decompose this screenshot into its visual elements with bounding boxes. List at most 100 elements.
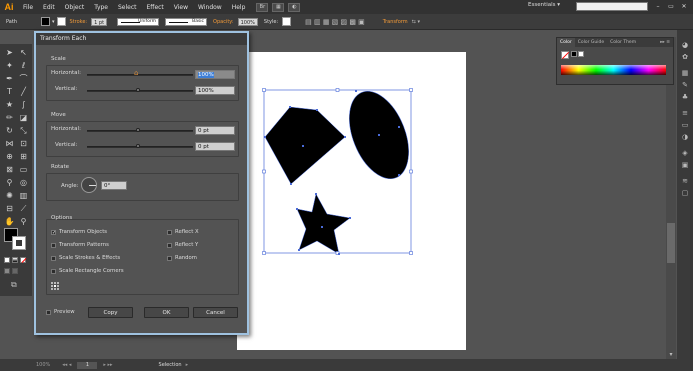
scale-tool-icon[interactable]: ⤡: [17, 124, 30, 137]
copy-button[interactable]: Copy: [88, 307, 133, 318]
symbol-sprayer-icon[interactable]: ✺: [3, 189, 16, 202]
curvature-tool-icon[interactable]: ⌒: [17, 72, 30, 85]
cancel-button[interactable]: Cancel: [193, 307, 238, 318]
scale-strokes-checkbox[interactable]: Scale Strokes & Effects: [51, 255, 120, 261]
scale-horizontal-slider-thumb[interactable]: ⌂: [134, 69, 138, 77]
reflect-x-checkbox[interactable]: Reflect X: [167, 229, 199, 235]
star-tool-icon[interactable]: ★: [3, 98, 16, 111]
pen-tool-icon[interactable]: ✒: [3, 72, 16, 85]
arrange-documents-icon[interactable]: ▦: [272, 2, 285, 12]
mesh-tool-icon[interactable]: ⊠: [3, 163, 16, 176]
screen-mode-icon[interactable]: ⧉: [11, 280, 21, 289]
color-guide-icon[interactable]: ✿: [680, 52, 690, 62]
scrollbar-thumb[interactable]: [667, 223, 675, 263]
eraser-tool-icon[interactable]: ◪: [17, 111, 30, 124]
artboard-number-field[interactable]: 1: [77, 361, 98, 369]
workspace-switcher[interactable]: Essentials ▾: [528, 2, 560, 8]
transform-options-icon[interactable]: ⇆ ▾: [412, 19, 420, 25]
menu-select[interactable]: Select: [113, 4, 142, 11]
zoom-tool-icon[interactable]: ⚲: [17, 215, 30, 228]
stroke-weight-field[interactable]: 1 pt: [91, 17, 108, 26]
preview-checkbox[interactable]: Preview: [46, 309, 75, 315]
stroke-label[interactable]: Stroke:: [70, 19, 88, 25]
tab-color-guide[interactable]: Color Guide: [575, 40, 607, 45]
perspective-grid-icon[interactable]: ⊞: [17, 150, 30, 163]
menu-type[interactable]: Type: [89, 4, 113, 11]
stroke-color-swatch[interactable]: [12, 236, 26, 250]
line-tool-icon[interactable]: ╱: [17, 85, 30, 98]
scale-horizontal-slider[interactable]: [87, 74, 193, 76]
minimize-button[interactable]: –: [652, 1, 664, 12]
scroll-down-icon[interactable]: ▾: [667, 351, 675, 359]
variable-width-profile[interactable]: Uniform: [117, 17, 160, 26]
artwork-canvas[interactable]: [237, 52, 466, 350]
artboard-tool-icon[interactable]: ⊟: [3, 202, 16, 215]
transparency-icon[interactable]: ◑: [680, 132, 690, 142]
move-horizontal-field[interactable]: 0 pt: [195, 126, 235, 135]
paintbrush-tool-icon[interactable]: ∫: [17, 98, 30, 111]
move-horizontal-slider-thumb[interactable]: [136, 128, 140, 132]
tab-color[interactable]: Color: [557, 38, 575, 47]
move-vertical-slider[interactable]: [87, 146, 193, 148]
chevron-down-icon[interactable]: ▾: [52, 19, 55, 25]
draw-mode-buttons[interactable]: [4, 268, 24, 275]
star-shape[interactable]: [296, 193, 351, 255]
scale-horizontal-field[interactable]: 100%: [195, 70, 235, 79]
free-transform-tool-icon[interactable]: ⊡: [17, 137, 30, 150]
shape-builder-tool-icon[interactable]: ⊕: [3, 150, 16, 163]
pencil-tool-icon[interactable]: ✏: [3, 111, 16, 124]
artboards-icon[interactable]: ▢: [680, 188, 690, 198]
color-mode-buttons[interactable]: [4, 257, 28, 264]
ok-button[interactable]: OK: [144, 307, 189, 318]
status-menu-icon[interactable]: ▸: [186, 362, 189, 368]
artboard-nav-icon[interactable]: ◂◂ ◂: [62, 362, 71, 368]
menu-object[interactable]: Object: [60, 4, 90, 11]
magic-wand-icon[interactable]: ✦: [3, 59, 16, 72]
pentagon-shape[interactable]: [264, 106, 346, 185]
swatches-icon[interactable]: ▦: [680, 68, 690, 78]
bridge-icon[interactable]: Br: [256, 2, 269, 12]
color-panel-icon[interactable]: ◕: [680, 40, 690, 50]
random-checkbox[interactable]: Random: [167, 255, 197, 261]
rotate-angle-field[interactable]: 0°: [101, 181, 127, 190]
gradient-tool-icon[interactable]: ▭: [17, 163, 30, 176]
slice-tool-icon[interactable]: ⟋: [17, 202, 30, 215]
menu-view[interactable]: View: [169, 4, 193, 11]
type-tool-icon[interactable]: T: [3, 85, 16, 98]
search-input[interactable]: [576, 2, 648, 11]
tab-color-themes[interactable]: Color Them: [607, 40, 639, 45]
transform-objects-checkbox[interactable]: ✓ Transform Objects: [51, 229, 107, 235]
reflect-y-checkbox[interactable]: Reflect Y: [167, 242, 198, 248]
fill-swatch[interactable]: [40, 17, 50, 26]
menu-edit[interactable]: Edit: [38, 4, 60, 11]
direct-selection-tool-icon[interactable]: ↖: [17, 46, 30, 59]
reference-point-locator[interactable]: [51, 282, 60, 291]
symbols-icon[interactable]: ♣: [680, 92, 690, 102]
menu-effect[interactable]: Effect: [142, 4, 169, 11]
lasso-tool-icon[interactable]: ℓ: [17, 59, 30, 72]
gpu-icon[interactable]: ◐: [288, 2, 301, 12]
stroke-swatch[interactable]: [56, 17, 66, 26]
opacity-field[interactable]: 100%: [237, 17, 258, 26]
opacity-label[interactable]: Opacity:: [213, 19, 234, 25]
align-icons[interactable]: ▤ ▥ ▦ ▧ ▨ ▩ ▣: [305, 18, 365, 26]
vertical-scrollbar[interactable]: ▾: [666, 37, 676, 359]
rotate-tool-icon[interactable]: ↻: [3, 124, 16, 137]
close-button[interactable]: ✕: [678, 1, 690, 12]
graph-tool-icon[interactable]: ▥: [17, 189, 30, 202]
stroke-icon[interactable]: ≡: [680, 108, 690, 118]
brushes-icon[interactable]: ✎: [680, 80, 690, 90]
maximize-button[interactable]: ▭: [665, 1, 677, 12]
menu-file[interactable]: File: [18, 4, 38, 11]
hand-tool-icon[interactable]: ✋: [3, 215, 16, 228]
brush-definition[interactable]: Basic: [165, 17, 208, 26]
blend-tool-icon[interactable]: ◎: [17, 176, 30, 189]
width-tool-icon[interactable]: ⋈: [3, 137, 16, 150]
layers-icon[interactable]: ≋: [680, 176, 690, 186]
scale-vertical-slider-thumb[interactable]: [136, 88, 140, 92]
none-swatch[interactable]: [561, 51, 570, 60]
graphic-style-swatch[interactable]: [282, 17, 292, 26]
selection-tool-icon[interactable]: ➤: [3, 46, 16, 59]
eyedropper-tool-icon[interactable]: ⚲: [3, 176, 16, 189]
move-vertical-field[interactable]: 0 pt: [195, 142, 235, 151]
